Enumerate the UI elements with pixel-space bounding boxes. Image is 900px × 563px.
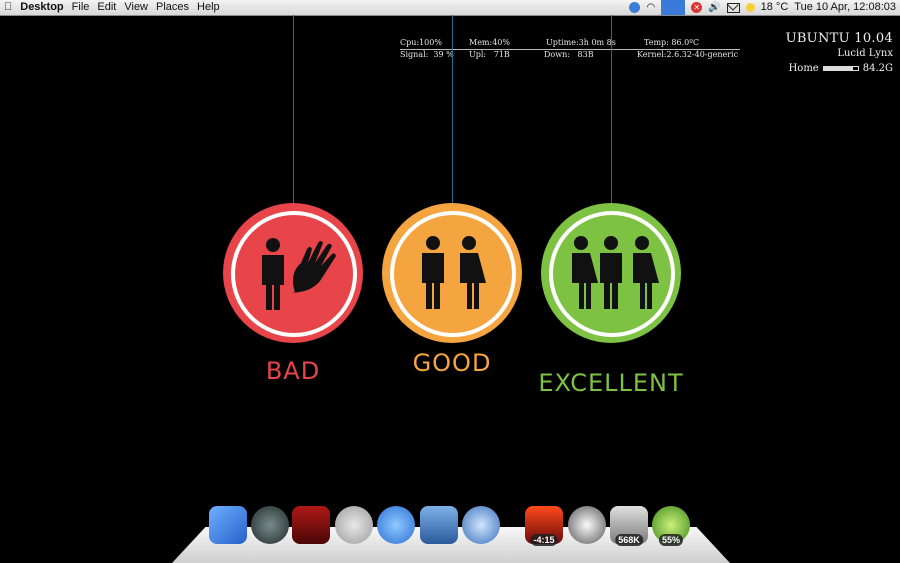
- home-usage-fill: [823, 67, 853, 70]
- battery-time-badge: -4:15: [530, 534, 558, 546]
- excellent-circle: [541, 203, 681, 343]
- selected-tray-item[interactable]: [661, 0, 686, 15]
- weather-temperature[interactable]: 18 °C: [761, 0, 789, 15]
- bad-label: BAD: [265, 357, 321, 385]
- top-menu-bar:  Desktop File Edit View Places Help ◠ ✕…: [0, 0, 900, 16]
- globe-icon[interactable]: 55%: [652, 506, 690, 546]
- signal-stat: Signal: 39 %: [400, 50, 454, 59]
- menu-file[interactable]: File: [72, 0, 90, 15]
- good-label: GOOD: [412, 349, 492, 377]
- mem-stat: Mem:40%: [469, 38, 510, 47]
- home-label: Home: [788, 63, 819, 74]
- system-stats-panel: Cpu:100% Mem:40% Uptime:3h 0m 8s Temp: 8…: [400, 38, 740, 62]
- network-globe-icon[interactable]: [629, 2, 641, 13]
- mail-icon[interactable]: [420, 506, 458, 544]
- home-usage: Home 84.2G: [786, 63, 893, 74]
- ichat-icon[interactable]: [377, 506, 415, 544]
- os-name: UBUNTU 10.04: [785, 31, 893, 46]
- close-icon[interactable]: ✕: [691, 2, 703, 13]
- menu-help[interactable]: Help: [197, 0, 220, 15]
- time-machine-icon[interactable]: [251, 506, 289, 544]
- hanging-string: [293, 15, 294, 203]
- trash-size-badge: 568K: [615, 534, 643, 546]
- finder-icon[interactable]: [209, 506, 247, 544]
- home-size: 84.2G: [862, 63, 893, 74]
- percent-badge: 55%: [658, 534, 684, 546]
- safari-icon[interactable]: [462, 506, 500, 544]
- wifi-icon[interactable]: ◠: [646, 0, 655, 15]
- bad-circle: [223, 203, 363, 343]
- clock-icon[interactable]: [568, 506, 606, 544]
- couple-icon: [422, 236, 486, 309]
- apple-menu-icon[interactable]: : [4, 0, 12, 15]
- home-usage-bar: [822, 66, 859, 71]
- cpu-stat: Cpu:100%: [400, 38, 442, 47]
- volume-icon[interactable]: 🔊: [708, 0, 720, 15]
- battery-fire-icon[interactable]: -4:15: [525, 506, 563, 546]
- menu-edit[interactable]: Edit: [97, 0, 116, 15]
- mail-envelope-icon[interactable]: [726, 2, 740, 13]
- upload-stat: Upl: 71B: [469, 50, 510, 59]
- hanging-string: [611, 15, 612, 207]
- trash-icon[interactable]: 568K: [610, 506, 648, 546]
- threesome-icon: [572, 236, 659, 309]
- uptime-stat: Uptime:3h 0m 8s: [546, 38, 616, 47]
- itunes-icon[interactable]: [335, 506, 373, 544]
- weather-sun-icon: [745, 3, 755, 12]
- temp-stat: Temp: 86.0ºC: [644, 38, 700, 47]
- menu-places[interactable]: Places: [156, 0, 189, 15]
- os-info-panel: UBUNTU 10.04 Lucid Lynx Home 84.2G: [786, 31, 893, 74]
- excellent-label: EXCELLENT: [538, 369, 684, 397]
- good-circle: [382, 203, 522, 343]
- man-and-hand-icon: [262, 238, 336, 310]
- menu-view[interactable]: View: [124, 0, 148, 15]
- kernel-stat: Kernel:2.6.32-40-generic: [637, 50, 739, 59]
- hanging-string: [452, 15, 453, 207]
- photo-booth-icon[interactable]: [292, 506, 330, 544]
- clock-datetime[interactable]: Tue 10 Apr, 12:08:03: [794, 0, 896, 15]
- download-stat: Down: 83B: [544, 50, 594, 59]
- app-name-menu[interactable]: Desktop: [20, 0, 63, 15]
- os-codename: Lucid Lynx: [837, 48, 893, 59]
